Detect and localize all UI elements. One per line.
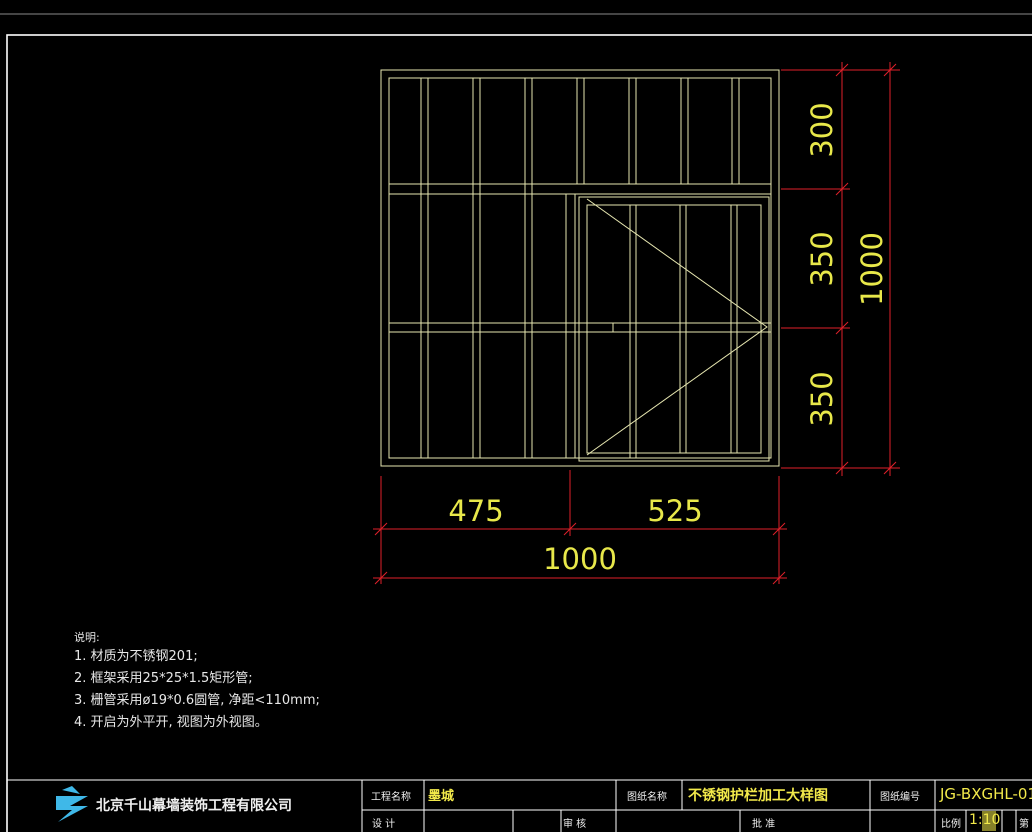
- company-name: 北京千山幕墙装饰工程有限公司: [96, 798, 292, 814]
- opening-direction-symbol: [586, 198, 768, 456]
- review-label: 审 核: [563, 819, 587, 830]
- scale-label: 比例: [941, 819, 961, 830]
- note-item-1: 1. 材质为不锈钢201;: [74, 649, 198, 664]
- dim-text-350-lower: 350: [805, 371, 839, 426]
- project-name-label: 工程名称: [371, 792, 411, 803]
- dimension-texts: 300 350 350 1000 475 525 1000: [448, 102, 889, 576]
- note-item-4: 4. 开启为外平开, 视图为外视图。: [74, 715, 268, 730]
- design-label: 设 计: [372, 819, 396, 830]
- dim-text-525: 525: [647, 494, 702, 528]
- inner-frame: [388, 77, 772, 459]
- fixed-pickets: [420, 78, 576, 458]
- note-item-2: 2. 框架采用25*25*1.5矩形管;: [74, 671, 253, 686]
- railing-elevation: [380, 69, 780, 467]
- drawing-name-label: 图纸名称: [627, 792, 667, 803]
- dim-text-350-upper: 350: [805, 231, 839, 286]
- scale-value: 1:10: [969, 812, 1001, 828]
- note-item-3: 3. 栅管采用ø19*0.6圆管, 净距<110mm;: [74, 693, 320, 708]
- dim-text-horizontal-total: 1000: [543, 542, 617, 576]
- sheet-label: 第: [1019, 819, 1029, 830]
- dim-text-300: 300: [805, 102, 839, 157]
- notes-title: 说明:: [74, 631, 100, 644]
- drawing-number-value: JG-BXGHL-01: [940, 785, 1032, 803]
- upper-pickets: [576, 78, 740, 184]
- outer-frame: [380, 69, 780, 467]
- project-name-value: 墨城: [428, 789, 455, 804]
- company-logo-icon: [56, 786, 88, 822]
- general-notes: 说明: 1. 材质为不锈钢201; 2. 框架采用25*25*1.5矩形管; 3…: [74, 630, 320, 734]
- approve-label: 批 准: [752, 819, 776, 830]
- drawing-number-label: 图纸编号: [880, 792, 920, 803]
- drawing-name-value: 不锈钢护栏加工大样图: [688, 788, 828, 804]
- dim-text-475: 475: [448, 494, 503, 528]
- dim-text-vertical-total: 1000: [855, 232, 889, 306]
- gate-leaf: [578, 196, 770, 462]
